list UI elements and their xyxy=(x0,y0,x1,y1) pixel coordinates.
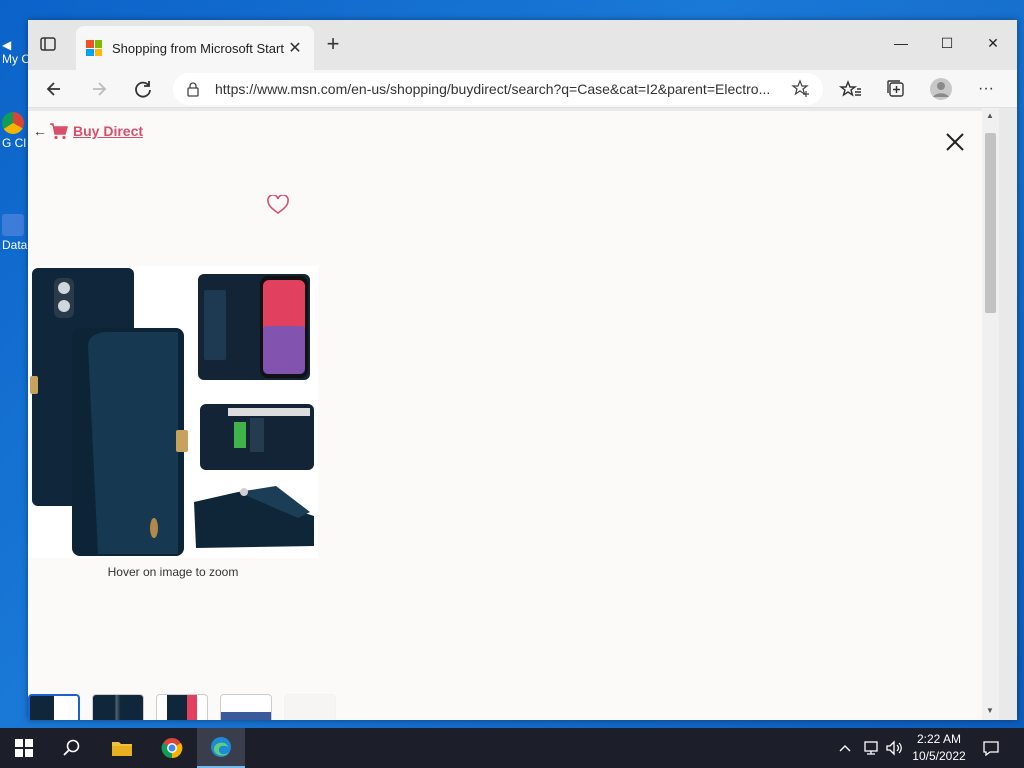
add-favorite-icon[interactable] xyxy=(791,79,811,99)
folder-icon xyxy=(112,742,132,756)
scrollbar-thumb[interactable] xyxy=(985,133,996,313)
close-icon[interactable] xyxy=(944,131,966,153)
taskbar-chrome[interactable] xyxy=(148,728,196,768)
product-image[interactable] xyxy=(28,266,318,558)
browser-window: Shopping from Microsoft Start ✕ + — ☐ ✕ … xyxy=(28,20,1017,720)
back-arrow-icon[interactable]: ← xyxy=(33,123,47,139)
more-menu-button[interactable]: ··· xyxy=(971,74,1001,104)
taskbar-file-explorer[interactable] xyxy=(98,728,146,768)
desktop-icon-google-chrome[interactable]: G Cl xyxy=(2,112,28,150)
notifications-button[interactable] xyxy=(982,728,1000,768)
forward-icon[interactable] xyxy=(84,74,114,104)
zoom-hint-text: Hover on image to zoom xyxy=(107,565,239,579)
lock-icon[interactable] xyxy=(185,81,201,97)
chevron-up-icon xyxy=(839,745,851,752)
maximize-button[interactable]: ☐ xyxy=(924,28,970,58)
desktop-icon-label: G Cl xyxy=(2,136,26,150)
chrome-icon xyxy=(161,738,183,759)
buy-direct-link[interactable]: ← Buy Direct xyxy=(33,122,143,140)
clock-time: 2:22 AM xyxy=(916,732,962,746)
thumbnail-strip xyxy=(28,694,336,720)
shortcut-icon xyxy=(2,214,24,236)
network-icon[interactable] xyxy=(862,728,880,768)
chrome-icon xyxy=(2,112,24,134)
search-button[interactable] xyxy=(48,728,96,768)
notification-icon xyxy=(983,741,999,756)
volume-icon[interactable] xyxy=(885,728,903,768)
search-icon xyxy=(63,739,80,756)
scroll-down-icon[interactable]: ▼ xyxy=(986,706,994,715)
browser-tab[interactable]: Shopping from Microsoft Start ✕ xyxy=(76,26,314,70)
show-hidden-icons[interactable] xyxy=(838,728,852,768)
cart-icon xyxy=(50,123,68,140)
heart-icon[interactable] xyxy=(267,195,289,215)
desktop-icon-label: My C xyxy=(2,52,30,66)
desktop-icon-my-computer[interactable]: ◀ My C xyxy=(2,38,30,66)
thumbnail-4[interactable] xyxy=(220,694,272,720)
taskbar-edge[interactable] xyxy=(197,728,245,768)
desktop-icon-data[interactable]: Data xyxy=(2,214,28,252)
buy-direct-label[interactable]: Buy Direct xyxy=(73,123,143,139)
windows-logo-icon xyxy=(15,739,33,757)
profile-icon xyxy=(930,78,952,100)
favorites-icon[interactable] xyxy=(836,74,866,104)
page-content: ← Buy Direct Hover on image to zoom ▲ ▼ xyxy=(28,108,1017,720)
minimize-button[interactable]: — xyxy=(878,28,924,58)
start-button[interactable] xyxy=(0,728,48,768)
tab-bar: Shopping from Microsoft Start ✕ + — ☐ ✕ xyxy=(28,20,1017,70)
refresh-icon[interactable] xyxy=(128,74,158,104)
clock-date: 10/5/2022 xyxy=(912,749,966,763)
arrow-icon: ◀ xyxy=(2,38,12,52)
profile-avatar[interactable] xyxy=(926,74,956,104)
phone-case-image xyxy=(30,268,314,556)
network-icon-glyph xyxy=(864,741,878,755)
new-tab-button[interactable]: + xyxy=(320,32,346,58)
page-scrollbar[interactable]: ▲ ▼ xyxy=(982,108,999,720)
close-window-button[interactable]: ✕ xyxy=(970,28,1016,58)
desktop-icon-label: Data xyxy=(2,238,28,252)
product-modal: ← Buy Direct Hover on image to zoom xyxy=(28,111,982,720)
speaker-icon xyxy=(886,740,902,756)
edge-icon xyxy=(211,737,231,757)
browser-toolbar: https://www.msn.com/en-us/shopping/buydi… xyxy=(28,70,1017,108)
system-clock[interactable]: 2:22 AM 10/5/2022 xyxy=(908,731,970,765)
taskbar: 2:22 AM 10/5/2022 xyxy=(0,728,1024,768)
scroll-up-icon[interactable]: ▲ xyxy=(986,111,994,120)
collections-icon[interactable] xyxy=(881,74,911,104)
address-bar[interactable]: https://www.msn.com/en-us/shopping/buydi… xyxy=(173,73,823,105)
tab-title: Shopping from Microsoft Start xyxy=(112,40,284,56)
thumbnail-5[interactable] xyxy=(284,694,336,720)
thumbnail-3[interactable] xyxy=(156,694,208,720)
microsoft-logo-icon xyxy=(86,40,102,56)
url-text[interactable]: https://www.msn.com/en-us/shopping/buydi… xyxy=(215,81,783,97)
tab-close-button[interactable]: ✕ xyxy=(286,38,304,58)
tab-actions-icon[interactable] xyxy=(38,34,58,54)
thumbnail-1[interactable] xyxy=(28,694,80,720)
thumbnail-2[interactable] xyxy=(92,694,144,720)
back-icon[interactable] xyxy=(40,74,70,104)
